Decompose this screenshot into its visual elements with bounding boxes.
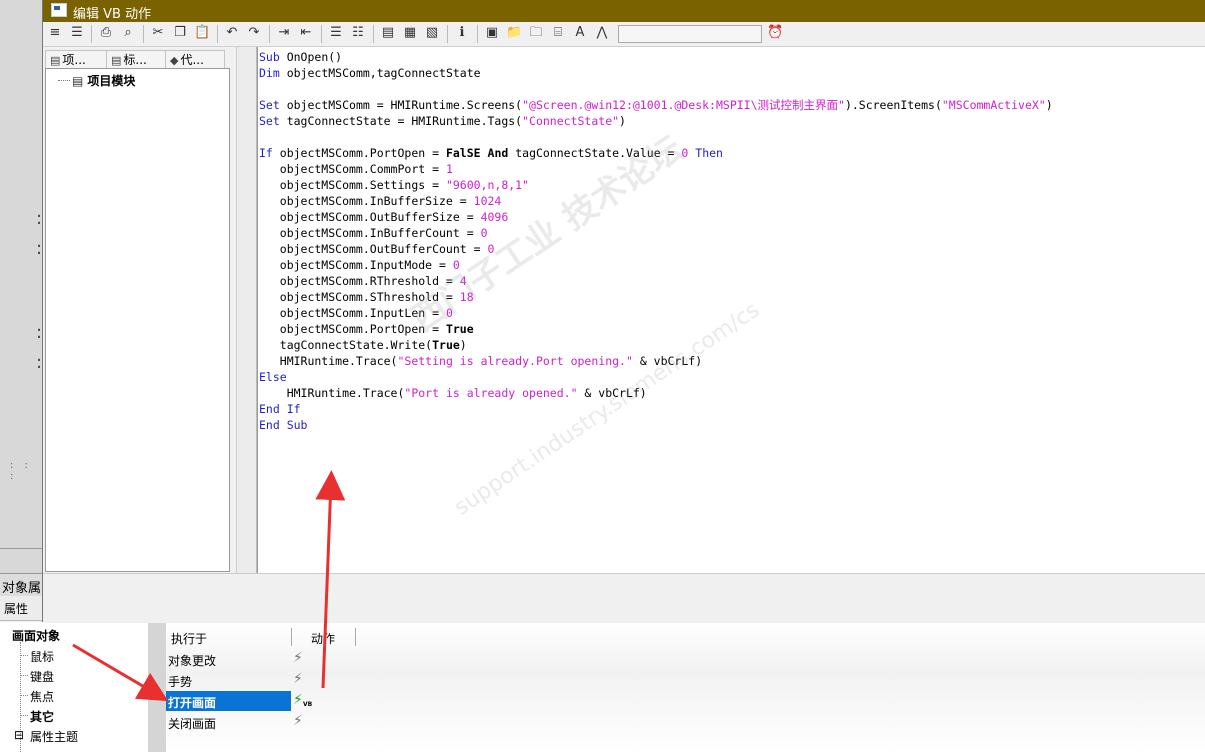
- edit-vb-action-dialog: 编辑 VB 动作 ≡ ☰ ⎙ ⌕ ✂ ❐ 📋 ↶ ↷ ⇥ ⇤ ☰ ☷ ▤ ▦ ▧…: [42, 0, 1205, 623]
- trigger-field[interactable]: [618, 25, 762, 43]
- trigger-clock-icon[interactable]: ⏰: [767, 25, 783, 41]
- tag-icon[interactable]: ⌸: [550, 25, 566, 41]
- dialog-title: 编辑 VB 动作: [73, 7, 152, 22]
- folder-icon[interactable]: 📁: [506, 25, 522, 41]
- list-icon[interactable]: ≡: [47, 25, 63, 41]
- code-line[interactable]: objectMSComm.Settings = "9600,n,8,1": [259, 177, 1053, 193]
- code-line[interactable]: objectMSComm.PortOpen = True: [259, 321, 1053, 337]
- module-icon: ▤: [72, 74, 84, 88]
- tree-item-mouse[interactable]: 鼠标: [30, 648, 54, 665]
- code-line[interactable]: Set tagConnectState = HMIRuntime.Tags("C…: [259, 113, 1053, 129]
- compass-icon[interactable]: ⋀: [594, 25, 610, 41]
- tree-item-keyboard[interactable]: 键盘: [30, 668, 54, 685]
- editor-toolbar: ≡ ☰ ⎙ ⌕ ✂ ❐ 📋 ↶ ↷ ⇥ ⇤ ☰ ☷ ▤ ▦ ▧ ℹ ▣ 📁 🗀 …: [43, 22, 1205, 47]
- bookmark-next-icon[interactable]: ▦: [402, 25, 418, 41]
- lightning-icon[interactable]: ⚡: [293, 671, 309, 689]
- code-line[interactable]: objectMSComm.InputMode = 0: [259, 257, 1053, 273]
- module-tabs: ▤ 项... ▤ 标... ◆ 代...: [45, 50, 235, 69]
- code-line[interactable]: objectMSComm.OutBufferSize = 4096: [259, 209, 1053, 225]
- vbscript-code[interactable]: Sub OnOpen() Dim objectMSComm,tagConnectS…: [259, 49, 1053, 433]
- code-line[interactable]: If objectMSComm.PortOpen = FalSE And tag…: [259, 145, 1053, 161]
- code-editor[interactable]: Sub OnOpen() Dim objectMSComm,tagConnectS…: [256, 47, 1205, 573]
- column-action[interactable]: 动作: [311, 630, 335, 647]
- lightning-icon[interactable]: ⚡: [293, 713, 309, 731]
- cut-icon[interactable]: ✂: [150, 25, 166, 41]
- editor-splitter[interactable]: [236, 47, 257, 573]
- code-line[interactable]: objectMSComm.InBufferSize = 1024: [259, 193, 1053, 209]
- code-line[interactable]: [259, 129, 1053, 145]
- code-line[interactable]: objectMSComm.InBufferCount = 0: [259, 225, 1053, 241]
- undo-icon[interactable]: ↶: [224, 25, 240, 41]
- tree-item-focus[interactable]: 焦点: [30, 688, 54, 705]
- tree-item-property-topics[interactable]: 属性主题: [30, 728, 78, 745]
- vb-action-lightning-icon[interactable]: ⚡ VB: [293, 692, 312, 710]
- column-executed-on[interactable]: 执行于: [171, 630, 207, 647]
- indent-icon[interactable]: ⇥: [276, 25, 292, 41]
- code-line[interactable]: End If: [259, 401, 1053, 417]
- print-preview-icon[interactable]: ⌕: [120, 25, 136, 41]
- code-line[interactable]: HMIRuntime.Trace("Port is already opened…: [259, 385, 1053, 401]
- code-line[interactable]: objectMSComm.InputLen = 0: [259, 305, 1053, 321]
- info-icon[interactable]: ℹ: [454, 25, 470, 41]
- code-line[interactable]: tagConnectState.Write(True): [259, 337, 1053, 353]
- tree-collapse-icon[interactable]: ⊟: [14, 728, 24, 742]
- uncomment-icon[interactable]: ☷: [350, 25, 366, 41]
- code-line[interactable]: End Sub: [259, 417, 1053, 433]
- code-line[interactable]: [259, 81, 1053, 97]
- code-line[interactable]: objectMSComm.OutBufferCount = 0: [259, 241, 1053, 257]
- module-icon: ▤: [111, 54, 122, 67]
- redo-icon[interactable]: ↷: [246, 25, 262, 41]
- bookmark-icon[interactable]: ▤: [380, 25, 396, 41]
- background-workspace: : : : : : : :: [0, 0, 43, 575]
- compile-icon[interactable]: ▣: [484, 25, 500, 41]
- code-line[interactable]: objectMSComm.CommPort = 1: [259, 161, 1053, 177]
- paste-icon[interactable]: 📋: [194, 25, 210, 41]
- module-icon: ▤: [50, 54, 61, 67]
- code-line[interactable]: objectMSComm.RThreshold = 4: [259, 273, 1053, 289]
- tree-item-other[interactable]: 其它: [30, 708, 54, 725]
- dialog-bottom-area: [43, 573, 1205, 623]
- background-scrollbar[interactable]: [0, 548, 42, 563]
- lightning-icon[interactable]: ⚡: [293, 650, 309, 668]
- bookmark-prev-icon[interactable]: ▧: [424, 25, 440, 41]
- event-row-gesture[interactable]: 手势: [166, 670, 291, 690]
- code-line[interactable]: objectMSComm.SThreshold = 18: [259, 289, 1053, 305]
- event-category-tree: 画面对象 鼠标 键盘 焦点 其它 ⊟ 属性主题: [0, 622, 149, 752]
- pane-splitter[interactable]: [148, 622, 167, 752]
- event-row-object-change[interactable]: 对象更改: [166, 649, 291, 669]
- event-row-open-screen[interactable]: 打开画面: [166, 691, 291, 711]
- copy-icon[interactable]: ❐: [172, 25, 188, 41]
- code-line[interactable]: Sub OnOpen(): [259, 49, 1053, 65]
- module-tree: ▤ 项目模块: [45, 68, 230, 572]
- print-icon[interactable]: ⎙: [98, 25, 114, 41]
- event-table: 执行于 动作 对象更改 ⚡ 手势 ⚡ 打开画面 ⚡ VB 关闭画面 ⚡: [166, 622, 1205, 752]
- align-icon[interactable]: ☰: [69, 25, 85, 41]
- code-line[interactable]: Else: [259, 369, 1053, 385]
- code-line[interactable]: Set objectMSComm = HMIRuntime.Screens("@…: [259, 97, 1053, 113]
- folder-add-icon[interactable]: 🗀: [528, 25, 544, 41]
- tab-code[interactable]: ◆ 代...: [165, 50, 225, 69]
- tab-project[interactable]: ▤ 项...: [45, 50, 107, 69]
- font-icon[interactable]: A: [572, 25, 588, 41]
- outdent-icon[interactable]: ⇤: [298, 25, 314, 41]
- event-table-header: 执行于 动作: [166, 626, 356, 646]
- code-icon: ◆: [170, 54, 179, 67]
- window-icon: [51, 3, 67, 17]
- tab-standard[interactable]: ▤ 标...: [106, 50, 166, 69]
- comment-icon[interactable]: ☰: [328, 25, 344, 41]
- code-line[interactable]: HMIRuntime.Trace("Setting is already.Por…: [259, 353, 1053, 369]
- module-pane: ▤ 项... ▤ 标... ◆ 代... ▤ 项目模块: [43, 47, 236, 573]
- code-line[interactable]: Dim objectMSComm,tagConnectState: [259, 65, 1053, 81]
- event-row-close-screen[interactable]: 关闭画面: [166, 712, 291, 732]
- tree-node-project-module[interactable]: ▤ 项目模块: [72, 72, 135, 89]
- dialog-titlebar[interactable]: 编辑 VB 动作: [43, 0, 1205, 22]
